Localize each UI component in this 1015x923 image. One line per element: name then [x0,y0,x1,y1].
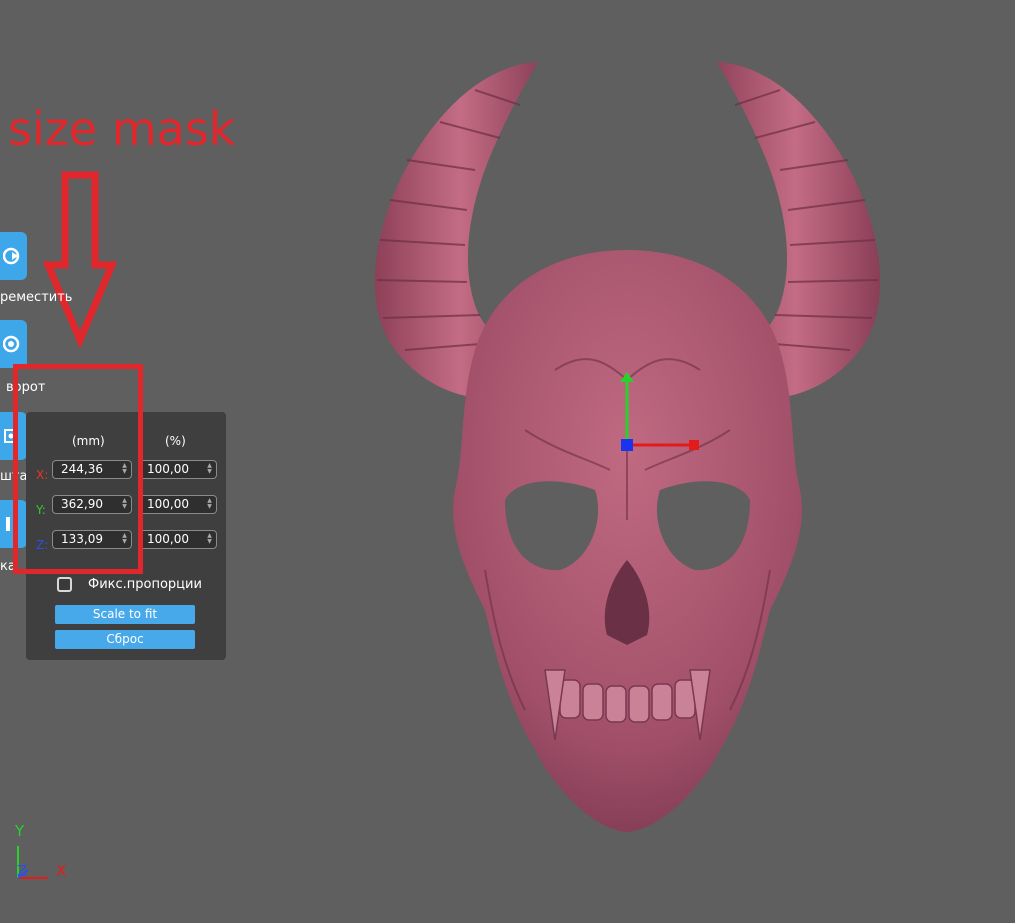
transform-gizmo[interactable] [615,370,710,455]
z-scale-percent-input[interactable]: 100,00 ▲ ▼ [138,530,217,549]
y-axis-indicator-label: Y [14,822,25,840]
reset-button[interactable]: Сброс [55,630,195,649]
lock-proportions-checkbox[interactable] [57,577,72,592]
annotation-highlight-box [13,364,143,574]
spinner-arrows-icon[interactable]: ▲ ▼ [206,463,213,476]
x-axis-indicator-label: X [56,862,66,880]
3d-viewport[interactable]: size mask реместить ворот шта ка (mm) (%… [0,0,1015,923]
annotation-arrow [42,171,118,349]
axis-orientation-indicator: Y Z X [14,822,66,880]
x-scale-percent-value: 100,00 [147,462,189,476]
z-axis-indicator-label: Z [17,862,27,880]
lock-proportions-label: Фикс.пропорции [88,577,202,592]
z-scale-percent-value: 100,00 [147,532,189,546]
y-scale-percent-value: 100,00 [147,497,189,511]
y-scale-percent-input[interactable]: 100,00 ▲ ▼ [138,495,217,514]
move-icon [2,247,19,265]
scale-to-fit-button[interactable]: Scale to fit [55,605,195,624]
spinner-arrows-icon[interactable]: ▲ ▼ [206,533,213,546]
rotate-tool-button[interactable] [0,320,27,368]
x-scale-percent-input[interactable]: 100,00 ▲ ▼ [138,460,217,479]
annotation-title: size mask [8,102,236,156]
percent-column-header: (%) [165,434,186,448]
rotate-icon [2,335,19,353]
move-tool-label: реместить [0,290,73,305]
move-tool-button[interactable] [0,232,27,280]
spinner-arrows-icon[interactable]: ▲ ▼ [206,498,213,511]
